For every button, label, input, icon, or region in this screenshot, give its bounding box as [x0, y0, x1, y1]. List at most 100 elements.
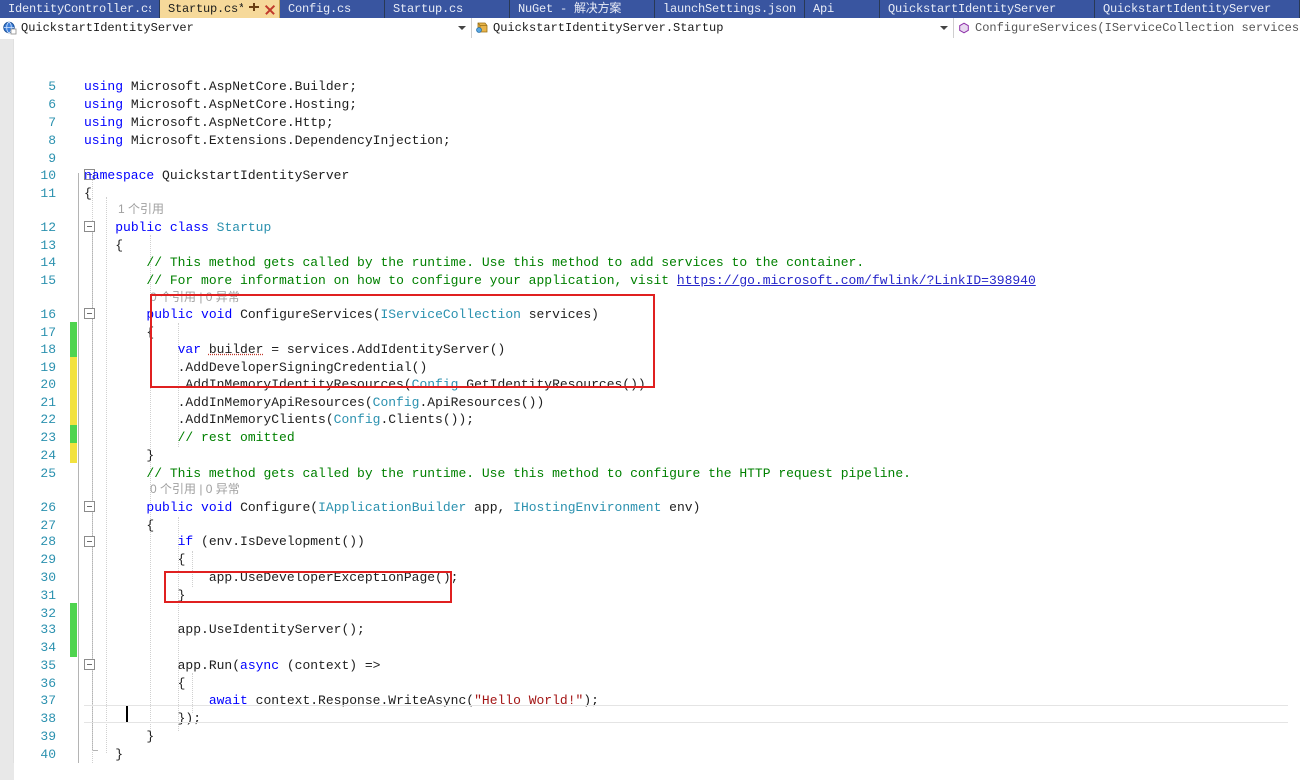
line-number: 31 [40, 588, 56, 603]
code-line-19[interactable]: .AddDeveloperSigningCredential() [84, 359, 428, 377]
editor-tab-label: Startup.cs [393, 2, 464, 16]
code-line-5[interactable]: using Microsoft.AspNetCore.Builder; [84, 78, 357, 96]
line-number: 10 [40, 168, 56, 183]
line-number: 28 [40, 534, 56, 549]
code-line-17[interactable]: { [84, 324, 154, 342]
code-line-14[interactable]: // This method gets called by the runtim… [84, 254, 864, 272]
selection-margin[interactable] [0, 39, 14, 780]
class-dropdown[interactable]: QuickstartIdentityServer.Startup [472, 18, 954, 38]
editor-tab-label: Startup.cs* [168, 2, 243, 16]
method-icon [957, 21, 971, 35]
line-number: 33 [40, 622, 56, 637]
line-number: 19 [40, 360, 56, 375]
member-dropdown[interactable]: ConfigureServices(IServiceCollection ser… [954, 18, 1300, 38]
codelens-indicator[interactable]: 0 个引用 | 0 异常 [150, 480, 240, 498]
editor-bottom-strip [0, 763, 1300, 780]
pin-icon[interactable] [249, 3, 260, 15]
editor-tab-8[interactable]: QuickstartIdentityServer [1095, 0, 1300, 18]
code-line-36[interactable]: { [84, 675, 186, 693]
code-line-23[interactable]: // rest omitted [84, 429, 295, 447]
editor-tab-label: QuickstartIdentityServer [1103, 2, 1272, 16]
line-number: 36 [40, 676, 56, 691]
code-line-7[interactable]: using Microsoft.AspNetCore.Http; [84, 114, 334, 132]
line-number: 20 [40, 377, 56, 392]
class-dropdown-label: QuickstartIdentityServer.Startup [493, 21, 724, 35]
code-line-39[interactable]: } [84, 728, 154, 746]
code-line-21[interactable]: .AddInMemoryApiResources(Config.ApiResou… [84, 394, 545, 412]
line-number: 23 [40, 430, 56, 445]
editor-tab-5[interactable]: launchSettings.json [655, 0, 805, 18]
line-number: 13 [40, 238, 56, 253]
line-number: 14 [40, 255, 56, 270]
codelens-indicator[interactable]: 1 个引用 [118, 200, 164, 218]
code-line-10[interactable]: namespace QuickstartIdentityServer [84, 167, 349, 185]
line-number: 12 [40, 220, 56, 235]
code-line-24[interactable]: } [84, 447, 154, 465]
namespace-dropdown-label: QuickstartIdentityServer [21, 21, 194, 35]
editor-tab-6[interactable]: Api [805, 0, 880, 18]
line-number: 30 [40, 570, 56, 585]
code-line-29[interactable]: { [84, 551, 186, 569]
line-number: 7 [48, 115, 56, 130]
text-caret [126, 706, 128, 722]
line-number: 34 [40, 640, 56, 655]
line-number: 9 [48, 151, 56, 166]
code-line-26[interactable]: public void Configure(IApplicationBuilde… [84, 499, 700, 517]
namespace-globe-icon [3, 21, 17, 35]
code-line-35[interactable]: app.Run(async (context) => [84, 657, 381, 675]
line-number: 17 [40, 325, 56, 340]
editor-tab-label: QuickstartIdentityServer [888, 2, 1057, 16]
line-number: 39 [40, 729, 56, 744]
line-number: 11 [40, 186, 56, 201]
code-line-22[interactable]: .AddInMemoryClients(Config.Clients()); [84, 411, 474, 429]
change-bar-yellow [70, 443, 77, 463]
code-line-16[interactable]: public void ConfigureServices(IServiceCo… [84, 306, 599, 324]
line-number: 35 [40, 658, 56, 673]
editor-tab-bar[interactable]: IdentityController.cs Startup.cs* Config.c… [0, 0, 1300, 18]
code-editor[interactable]: 5 using Microsoft.AspNetCore.Builder; 6 usi… [0, 39, 1300, 780]
tab-action-icons [249, 3, 275, 15]
change-bar-green [70, 425, 77, 443]
line-number: 8 [48, 133, 56, 148]
navigation-bar: QuickstartIdentityServer QuickstartIdent… [0, 18, 1300, 38]
code-line-40[interactable]: } [84, 746, 123, 764]
line-number: 40 [40, 747, 56, 762]
close-icon[interactable] [264, 4, 275, 15]
editor-tab-label: IdentityController.cs [8, 2, 151, 16]
change-bar-yellow [70, 357, 77, 425]
code-line-11[interactable]: { [84, 185, 92, 203]
editor-tab-7[interactable]: QuickstartIdentityServer [880, 0, 1095, 18]
editor-tab-label: Api [813, 2, 835, 16]
change-bar-green [70, 603, 77, 657]
editor-tab-1[interactable]: Startup.cs* [160, 0, 280, 18]
chevron-down-icon[interactable] [940, 26, 948, 30]
code-line-12[interactable]: public class Startup [84, 219, 271, 237]
editor-tab-0[interactable]: IdentityController.cs [0, 0, 160, 18]
code-line-31[interactable]: } [84, 587, 186, 605]
code-line-13[interactable]: { [84, 237, 123, 255]
line-number: 25 [40, 466, 56, 481]
code-line-6[interactable]: using Microsoft.AspNetCore.Hosting; [84, 96, 357, 114]
editor-tab-2[interactable]: Config.cs [280, 0, 385, 18]
code-line-28[interactable]: if (env.IsDevelopment()) [84, 533, 365, 551]
codelens-indicator[interactable]: 0 个引用 | 0 异常 [150, 288, 240, 306]
change-bar-green [70, 322, 77, 357]
line-number: 16 [40, 307, 56, 322]
selection-margin-bottom [0, 763, 14, 780]
editor-tab-3[interactable]: Startup.cs [385, 0, 510, 18]
member-dropdown-label: ConfigureServices(IServiceCollection ser… [975, 21, 1300, 35]
editor-tab-label: Config.cs [288, 2, 352, 16]
line-number: 22 [40, 412, 56, 427]
namespace-dropdown[interactable]: QuickstartIdentityServer [0, 18, 472, 38]
code-line-30[interactable]: app.UseDeveloperExceptionPage(); [84, 569, 459, 587]
editor-tab-4[interactable]: NuGet - 解决方案 [510, 0, 655, 18]
code-line-18[interactable]: var builder = services.AddIdentityServer… [84, 341, 506, 359]
line-number: 5 [48, 79, 56, 94]
chevron-down-icon[interactable] [458, 26, 466, 30]
line-number: 6 [48, 97, 56, 112]
code-line-33[interactable]: app.UseIdentityServer(); [84, 621, 365, 639]
class-icon [475, 21, 489, 35]
code-line-8[interactable]: using Microsoft.Extensions.DependencyInj… [84, 132, 451, 150]
code-line-20[interactable]: .AddInMemoryIdentityResources(Config.Get… [84, 376, 646, 394]
outline-bar-namespace [78, 173, 79, 767]
